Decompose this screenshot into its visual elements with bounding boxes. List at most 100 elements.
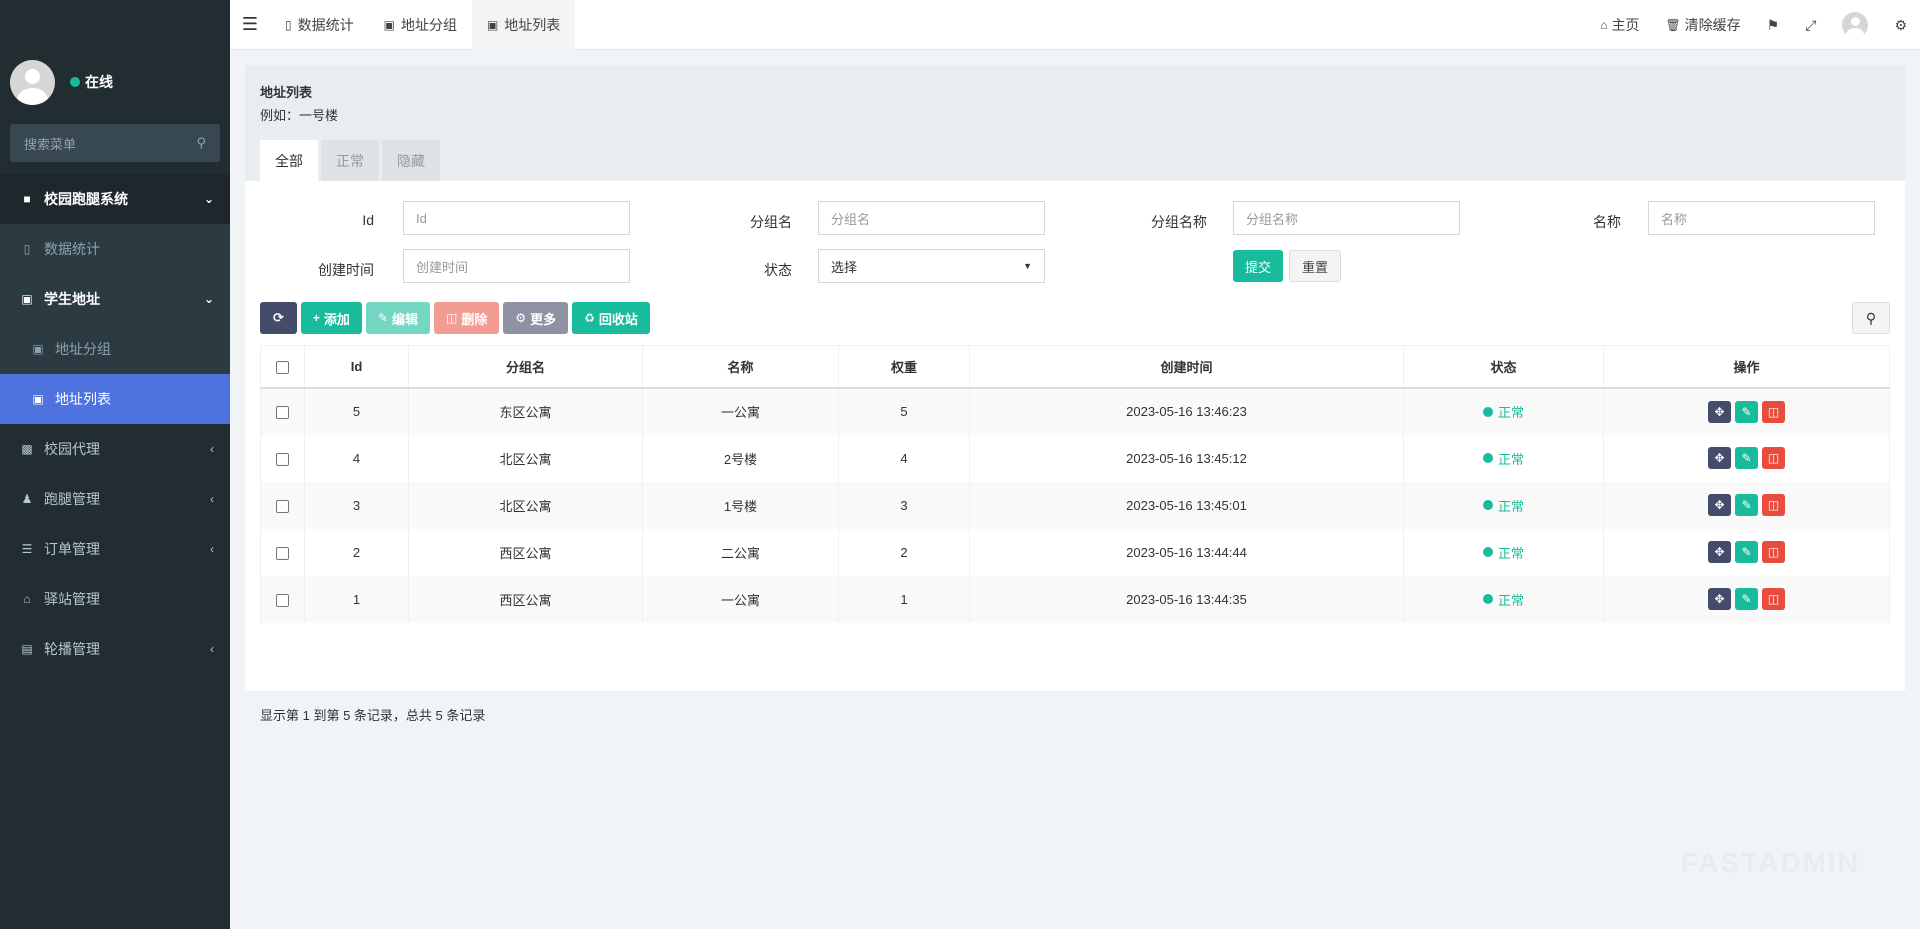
col-status[interactable]: 状态	[1403, 345, 1604, 389]
row-delete-button[interactable]: ◫	[1762, 494, 1785, 516]
col-weight[interactable]: 权重	[838, 345, 970, 389]
row-edit-button[interactable]: ✎	[1735, 588, 1758, 610]
menu-search-placeholder: 搜索菜单	[24, 136, 77, 152]
tab-address-group[interactable]: ▣ 地址分组	[369, 0, 472, 50]
delete-button[interactable]: ◫ 删除	[434, 302, 500, 334]
tab-all[interactable]: 全部	[260, 140, 318, 181]
row-delete-button[interactable]: ◫	[1762, 400, 1785, 423]
select-all-checkbox[interactable]	[276, 360, 289, 374]
created-input[interactable]: 创建时间	[403, 249, 630, 283]
settings-icon[interactable]: ⚙	[1881, 17, 1920, 34]
trash-icon: ◫	[1767, 451, 1780, 465]
add-label: 添加	[323, 311, 350, 327]
table-row[interactable]: 4 北区公寓 2号楼 4 2023-05-16 13:45:12 正常 ✥ ✎ ◫	[260, 434, 1890, 482]
drag-sort-button[interactable]: ✥	[1708, 447, 1731, 469]
cell-weight: 5	[838, 387, 970, 435]
sidebar-item-errand[interactable]: ♟ 跑腿管理 ‹	[0, 474, 230, 524]
navbar-right: ⌂ 主页 🗑 清除缓存 ⚑ ⤢ ⚙	[1587, 0, 1920, 50]
row-checkbox[interactable]	[276, 593, 289, 607]
id-label: Id	[362, 212, 374, 228]
sidebar-item-label: 学生地址	[44, 291, 100, 307]
table-row[interactable]: 5 东区公寓 一公寓 5 2023-05-16 13:46:23 正常 ✥ ✎ ◫	[260, 387, 1890, 435]
row-checkbox[interactable]	[276, 406, 289, 420]
hamburger-icon[interactable]: ☰	[230, 14, 270, 35]
tab-address-list[interactable]: ▣ 地址列表	[471, 0, 576, 50]
col-name[interactable]: 名称	[642, 345, 839, 389]
tab-normal[interactable]: 正常	[321, 140, 379, 181]
search-icon[interactable]: ⚲	[196, 135, 206, 151]
tab-hidden[interactable]: 隐藏	[382, 140, 440, 181]
table-row[interactable]: 3 北区公寓 1号楼 3 2023-05-16 13:45:01 正常 ✥ ✎ ◫	[260, 481, 1890, 529]
group-input[interactable]: 分组名	[818, 201, 1045, 235]
home-link[interactable]: ⌂ 主页	[1587, 15, 1652, 35]
sidebar-item-campus-system[interactable]: ■ 校园跑腿系统 ⌄	[0, 174, 230, 224]
sidebar-item-address-group[interactable]: ▣ 地址分组	[0, 324, 230, 374]
refresh-button[interactable]: ⟳	[260, 302, 297, 334]
sidebar-item-address-list[interactable]: ▣ 地址列表	[0, 374, 230, 424]
status-badge[interactable]: 正常	[1482, 402, 1524, 421]
name-input[interactable]: 名称	[1648, 201, 1875, 235]
recycle-icon: ♻	[584, 311, 595, 325]
sidebar-item-carousel[interactable]: ▤ 轮播管理 ‹	[0, 624, 230, 674]
status-dot-icon	[1482, 547, 1493, 557]
edit-button[interactable]: ✎ 编辑	[365, 302, 431, 334]
sidebar-item-station[interactable]: ⌂ 驿站管理	[0, 574, 230, 624]
trash-icon: ◫	[1767, 545, 1780, 559]
clear-cache-label: 清除缓存	[1684, 17, 1741, 33]
fullscreen-icon[interactable]: ⤢	[1792, 17, 1829, 34]
table-row[interactable]: 2 西区公寓 二公寓 2 2023-05-16 13:44:44 正常 ✥ ✎ ◫	[260, 528, 1890, 576]
drag-sort-button[interactable]: ✥	[1708, 588, 1731, 610]
cell-weight: 3	[838, 481, 970, 529]
page-subtitle: 例如：一号楼	[260, 108, 339, 123]
row-edit-button[interactable]: ✎	[1735, 541, 1758, 563]
row-edit-button[interactable]: ✎	[1735, 400, 1758, 423]
id-input[interactable]: Id	[403, 201, 630, 235]
add-button[interactable]: + 添加	[300, 302, 362, 334]
col-created[interactable]: 创建时间	[969, 345, 1404, 389]
status-badge[interactable]: 正常	[1482, 449, 1524, 468]
tab-stats[interactable]: ▯ 数据统计	[270, 0, 369, 50]
language-icon[interactable]: ⚑	[1754, 17, 1793, 34]
row-delete-button[interactable]: ◫	[1762, 447, 1785, 469]
sidebar-item-label: 地址列表	[55, 391, 111, 407]
user-avatar[interactable]	[1842, 12, 1869, 38]
submit-button[interactable]: 提交	[1233, 250, 1284, 282]
drag-sort-button[interactable]: ✥	[1708, 400, 1731, 423]
status-select[interactable]: 选择 ▼	[818, 249, 1045, 283]
sidebar-item-student-address[interactable]: ▣ 学生地址 ⌄	[0, 274, 230, 324]
clear-cache-button[interactable]: 🗑 清除缓存	[1652, 15, 1753, 35]
drag-sort-button[interactable]: ✥	[1708, 494, 1731, 516]
list-icon: ☰	[21, 542, 33, 556]
avatar[interactable]	[10, 60, 55, 105]
row-delete-button[interactable]: ◫	[1762, 588, 1785, 610]
row-edit-button[interactable]: ✎	[1735, 494, 1758, 516]
row-delete-button[interactable]: ◫	[1762, 541, 1785, 563]
drag-sort-button[interactable]: ✥	[1708, 541, 1731, 563]
row-edit-button[interactable]: ✎	[1735, 447, 1758, 469]
col-id[interactable]: Id	[304, 345, 409, 389]
cell-group: 东区公寓	[408, 387, 643, 435]
sidebar-item-orders[interactable]: ☰ 订单管理 ‹	[0, 524, 230, 574]
more-button[interactable]: ⚙ 更多	[503, 302, 569, 334]
reset-button[interactable]: 重置	[1289, 250, 1342, 282]
sidebar-item-stats[interactable]: ▯ 数据统计	[0, 224, 230, 274]
cell-group: 西区公寓	[408, 528, 643, 576]
group-name-input[interactable]: 分组名称	[1233, 201, 1460, 235]
table-row[interactable]: 1 西区公寓 一公寓 1 2023-05-16 13:44:35 正常 ✥ ✎ ◫	[260, 575, 1890, 623]
sidebar-item-campus-agent[interactable]: ▩ 校园代理 ‹	[0, 424, 230, 474]
menu-search-input[interactable]: 搜索菜单 ⚲	[10, 124, 220, 162]
status-badge[interactable]: 正常	[1482, 543, 1524, 562]
cell-created: 2023-05-16 13:44:44	[969, 528, 1404, 576]
row-checkbox[interactable]	[276, 452, 289, 466]
recycle-bin-button[interactable]: ♻ 回收站	[572, 302, 650, 334]
status-badge[interactable]: 正常	[1482, 590, 1524, 609]
cell-created: 2023-05-16 13:44:35	[969, 575, 1404, 623]
cell-name: 一公寓	[642, 387, 839, 435]
chevron-left-icon: ‹	[210, 492, 214, 506]
row-checkbox[interactable]	[276, 546, 289, 560]
col-group[interactable]: 分组名	[408, 345, 643, 389]
status-badge[interactable]: 正常	[1482, 496, 1524, 515]
table-search-button[interactable]: ⚲	[1852, 302, 1890, 334]
sidebar-item-label: 订单管理	[44, 541, 100, 557]
row-checkbox[interactable]	[276, 499, 289, 513]
